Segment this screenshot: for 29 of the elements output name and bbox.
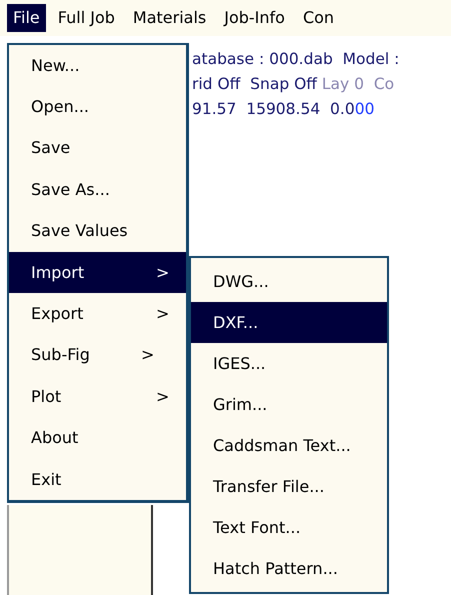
- menu-item[interactable]: Import >: [9, 252, 186, 294]
- menu-item[interactable]: Job-Info: [218, 4, 291, 32]
- menu-item[interactable]: New...: [9, 45, 186, 86]
- menu-item[interactable]: Con: [296, 4, 340, 32]
- menu-item[interactable]: Save Values: [9, 210, 186, 252]
- menu-item[interactable]: Caddsman Text...: [191, 425, 387, 466]
- menu-item[interactable]: IGES...: [191, 343, 387, 384]
- menu-item[interactable]: Transfer File...: [191, 466, 387, 507]
- menu-item[interactable]: Full Job: [52, 4, 121, 32]
- status-text: atabase : 000.dab Model :: [192, 49, 400, 70]
- menu-item[interactable]: Text Font...: [191, 507, 387, 548]
- menu-item[interactable]: Grim...: [191, 384, 387, 425]
- menu-item[interactable]: Save As...: [9, 169, 186, 211]
- menu-item[interactable]: Exit: [9, 458, 186, 500]
- menu-item[interactable]: Open...: [9, 86, 186, 128]
- menu-item[interactable]: Plot >: [9, 376, 186, 418]
- menu-item[interactable]: Save: [9, 128, 186, 170]
- menu-item[interactable]: Materials: [126, 4, 212, 32]
- status-text: 00: [354, 99, 374, 120]
- status-text: 91.57 15908.54 0.0: [192, 99, 355, 120]
- status-text: rid Off Snap Off: [192, 74, 317, 95]
- menu-item[interactable]: DWG...: [191, 261, 387, 302]
- status-text: Lay 0 Co: [320, 74, 394, 95]
- menu-item[interactable]: About: [9, 418, 186, 459]
- menu-item[interactable]: Export >: [9, 293, 186, 335]
- menu-item[interactable]: File: [7, 4, 46, 32]
- menu-item[interactable]: Hatch Pattern...: [191, 548, 387, 589]
- menu-item[interactable]: Sub-Fig >: [9, 334, 186, 376]
- menu-item[interactable]: DXF...: [191, 302, 387, 343]
